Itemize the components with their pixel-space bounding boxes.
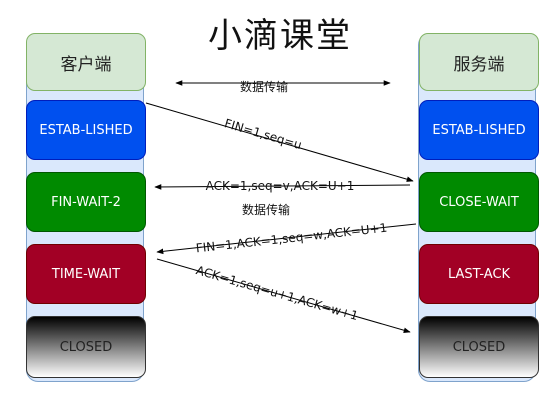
ack1-label: ACK=1,seq=v,ACK=U+1 — [206, 179, 355, 193]
fin1-label: FIN=1,seq=u — [223, 116, 304, 152]
fin2-label: FIN=1,ACK=1,seq=w,ACK=U+1 — [195, 221, 388, 256]
data-transfer-mid-label: 数据传输 — [242, 202, 290, 217]
ack2-label: ACK=1,seq=u+1,ACK=w+1 — [194, 263, 359, 323]
data-transfer-top-label: 数据传输 — [240, 79, 288, 94]
message-arrows: 数据传输 FIN=1,seq=u ACK=1,seq=v,ACK=U+1 数据传… — [145, 79, 417, 333]
